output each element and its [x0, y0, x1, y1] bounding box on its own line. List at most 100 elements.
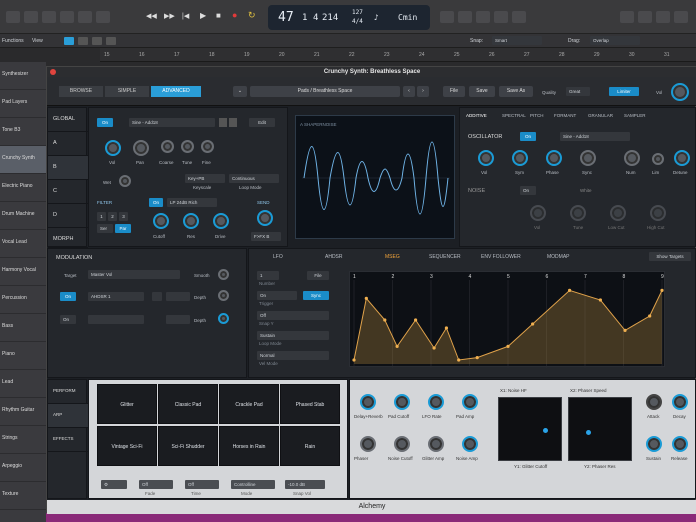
rewind-button[interactable]: ◀◀ [146, 12, 157, 20]
filter-type-select[interactable]: LP 24dB Rich [167, 198, 217, 207]
source-prev-icon[interactable] [219, 118, 227, 127]
osc-num-knob[interactable] [624, 150, 640, 166]
pad-vol-select[interactable]: -10.0 dB [285, 480, 325, 489]
perform-pad[interactable]: Phased Stab [280, 384, 340, 424]
wet-knob[interactable] [119, 175, 131, 187]
record-button[interactable]: ● [232, 10, 237, 20]
toolbar-button[interactable] [42, 11, 56, 23]
track-header[interactable]: Arpeggio [0, 454, 46, 482]
oscillator-type-select[interactable]: Sine - Add18 [560, 132, 630, 141]
attack-knob[interactable] [646, 394, 662, 410]
noise-on-button[interactable]: On [520, 186, 536, 195]
mseg-node[interactable] [531, 322, 535, 326]
track-header[interactable]: Synthesizer [0, 62, 46, 90]
send-knob[interactable] [257, 210, 273, 226]
close-icon[interactable] [50, 69, 56, 75]
xy-pad-1[interactable] [498, 397, 562, 461]
next-preset-icon[interactable]: › [417, 86, 429, 97]
pad-time-select[interactable]: Off [185, 480, 219, 489]
source-on-button[interactable]: On [97, 118, 113, 127]
osc-detune-knob[interactable] [674, 150, 690, 166]
solo-button[interactable] [476, 11, 490, 23]
source-vol-knob[interactable] [105, 140, 121, 156]
release-knob[interactable] [672, 436, 688, 452]
chevron-down-icon[interactable]: ⌄ [233, 86, 247, 97]
osc-phase-knob[interactable] [546, 150, 562, 166]
save-button[interactable]: Save [469, 86, 495, 97]
osc-vol-knob[interactable] [478, 150, 494, 166]
quality-select[interactable]: Great [566, 87, 590, 96]
filter-3-button[interactable]: 3 [119, 212, 128, 221]
show-targets-button[interactable]: Show Targets [649, 252, 691, 261]
mseg-number-select[interactable]: 1 [257, 271, 279, 280]
track-header[interactable]: Piano [0, 342, 46, 370]
replace-button[interactable] [440, 11, 454, 23]
filter-cutoff-knob[interactable] [153, 213, 169, 229]
source-tune-knob[interactable] [181, 140, 194, 153]
go-to-start-button[interactable]: |◀ [182, 12, 189, 20]
noise-tune-knob[interactable] [570, 205, 586, 221]
filter-par-button[interactable]: Par [115, 224, 131, 233]
mod-tab[interactable]: MODMAP [547, 254, 570, 260]
source-tab-b[interactable]: B [48, 156, 88, 180]
mseg-node[interactable] [432, 346, 436, 350]
save-as-button[interactable]: Save As [499, 86, 533, 97]
track-header[interactable]: Strings [0, 426, 46, 454]
inspector-button[interactable] [24, 11, 38, 23]
mseg-file-button[interactable]: File [307, 271, 329, 280]
grid-view-icon[interactable] [64, 37, 74, 45]
mod-row1-depth-knob[interactable] [218, 290, 229, 301]
synth-tab[interactable]: GRANULAR [588, 113, 613, 118]
mod-row2-aux[interactable] [166, 315, 190, 324]
limiter-button[interactable]: Limiter [609, 87, 639, 96]
track-header[interactable]: Lead [0, 370, 46, 398]
metronome-button[interactable] [512, 11, 526, 23]
mod-tab[interactable]: MSEG [385, 254, 400, 260]
sustain-knob[interactable] [646, 436, 662, 452]
catch-icon[interactable] [78, 37, 88, 45]
xy2-point[interactable] [586, 429, 592, 435]
mseg-node[interactable] [598, 298, 602, 302]
mod-row2-source[interactable] [88, 315, 144, 324]
view-menu[interactable]: View [32, 38, 43, 44]
track-header[interactable]: Bass [0, 314, 46, 342]
smart-controls-button[interactable] [60, 11, 74, 23]
prev-preset-icon[interactable]: ‹ [403, 86, 415, 97]
track-header[interactable]: Percussion [0, 286, 46, 314]
noise-lowcut-knob[interactable] [610, 205, 626, 221]
mseg-node[interactable] [648, 314, 652, 318]
arp-tab[interactable]: ARP [48, 404, 88, 428]
osc-lim-knob[interactable] [652, 153, 664, 165]
midi-region[interactable] [46, 513, 696, 522]
xy-pad-2[interactable] [568, 397, 632, 461]
mseg-node[interactable] [475, 356, 479, 360]
mod-row1-on[interactable]: On [60, 292, 76, 301]
perform-pad[interactable]: Glitter [97, 384, 157, 424]
mseg-node[interactable] [444, 326, 448, 330]
mseg-node[interactable] [383, 318, 387, 322]
tuner-icon[interactable]: ♪ [374, 13, 379, 22]
mseg-sync-button[interactable]: Sync [303, 291, 329, 300]
track-header[interactable]: Harmony Vocal [0, 258, 46, 286]
mseg-node[interactable] [352, 358, 356, 362]
mseg-envelope[interactable]: 1 2 3 4 5 6 7 8 9 [350, 272, 666, 368]
source-tab-d[interactable]: D [48, 204, 88, 228]
filter-ser-button[interactable]: Ser [97, 224, 113, 233]
stop-button[interactable]: ■ [216, 11, 221, 20]
noise-highcut-knob[interactable] [650, 205, 666, 221]
mod-tab[interactable]: SEQUENCER [429, 254, 461, 260]
count-in-button[interactable] [494, 11, 508, 23]
filter-2-button[interactable]: 2 [108, 212, 117, 221]
automation-icon[interactable] [92, 37, 102, 45]
oscillator-on-button[interactable]: On [520, 132, 536, 141]
pad-options-icon[interactable]: ⚙ [101, 480, 127, 489]
mseg-node[interactable] [395, 344, 399, 348]
browsers-button[interactable] [674, 11, 688, 23]
preset-field[interactable]: Pads / Breathless Space [250, 86, 400, 97]
mseg-vel-select[interactable]: Normal [257, 351, 329, 360]
pad-fade-select[interactable]: Off [139, 480, 173, 489]
functions-menu[interactable]: Functions [2, 38, 24, 44]
filter-on-button[interactable]: On [149, 198, 163, 207]
perform-knob[interactable] [360, 394, 376, 410]
source-fine-knob[interactable] [201, 140, 214, 153]
